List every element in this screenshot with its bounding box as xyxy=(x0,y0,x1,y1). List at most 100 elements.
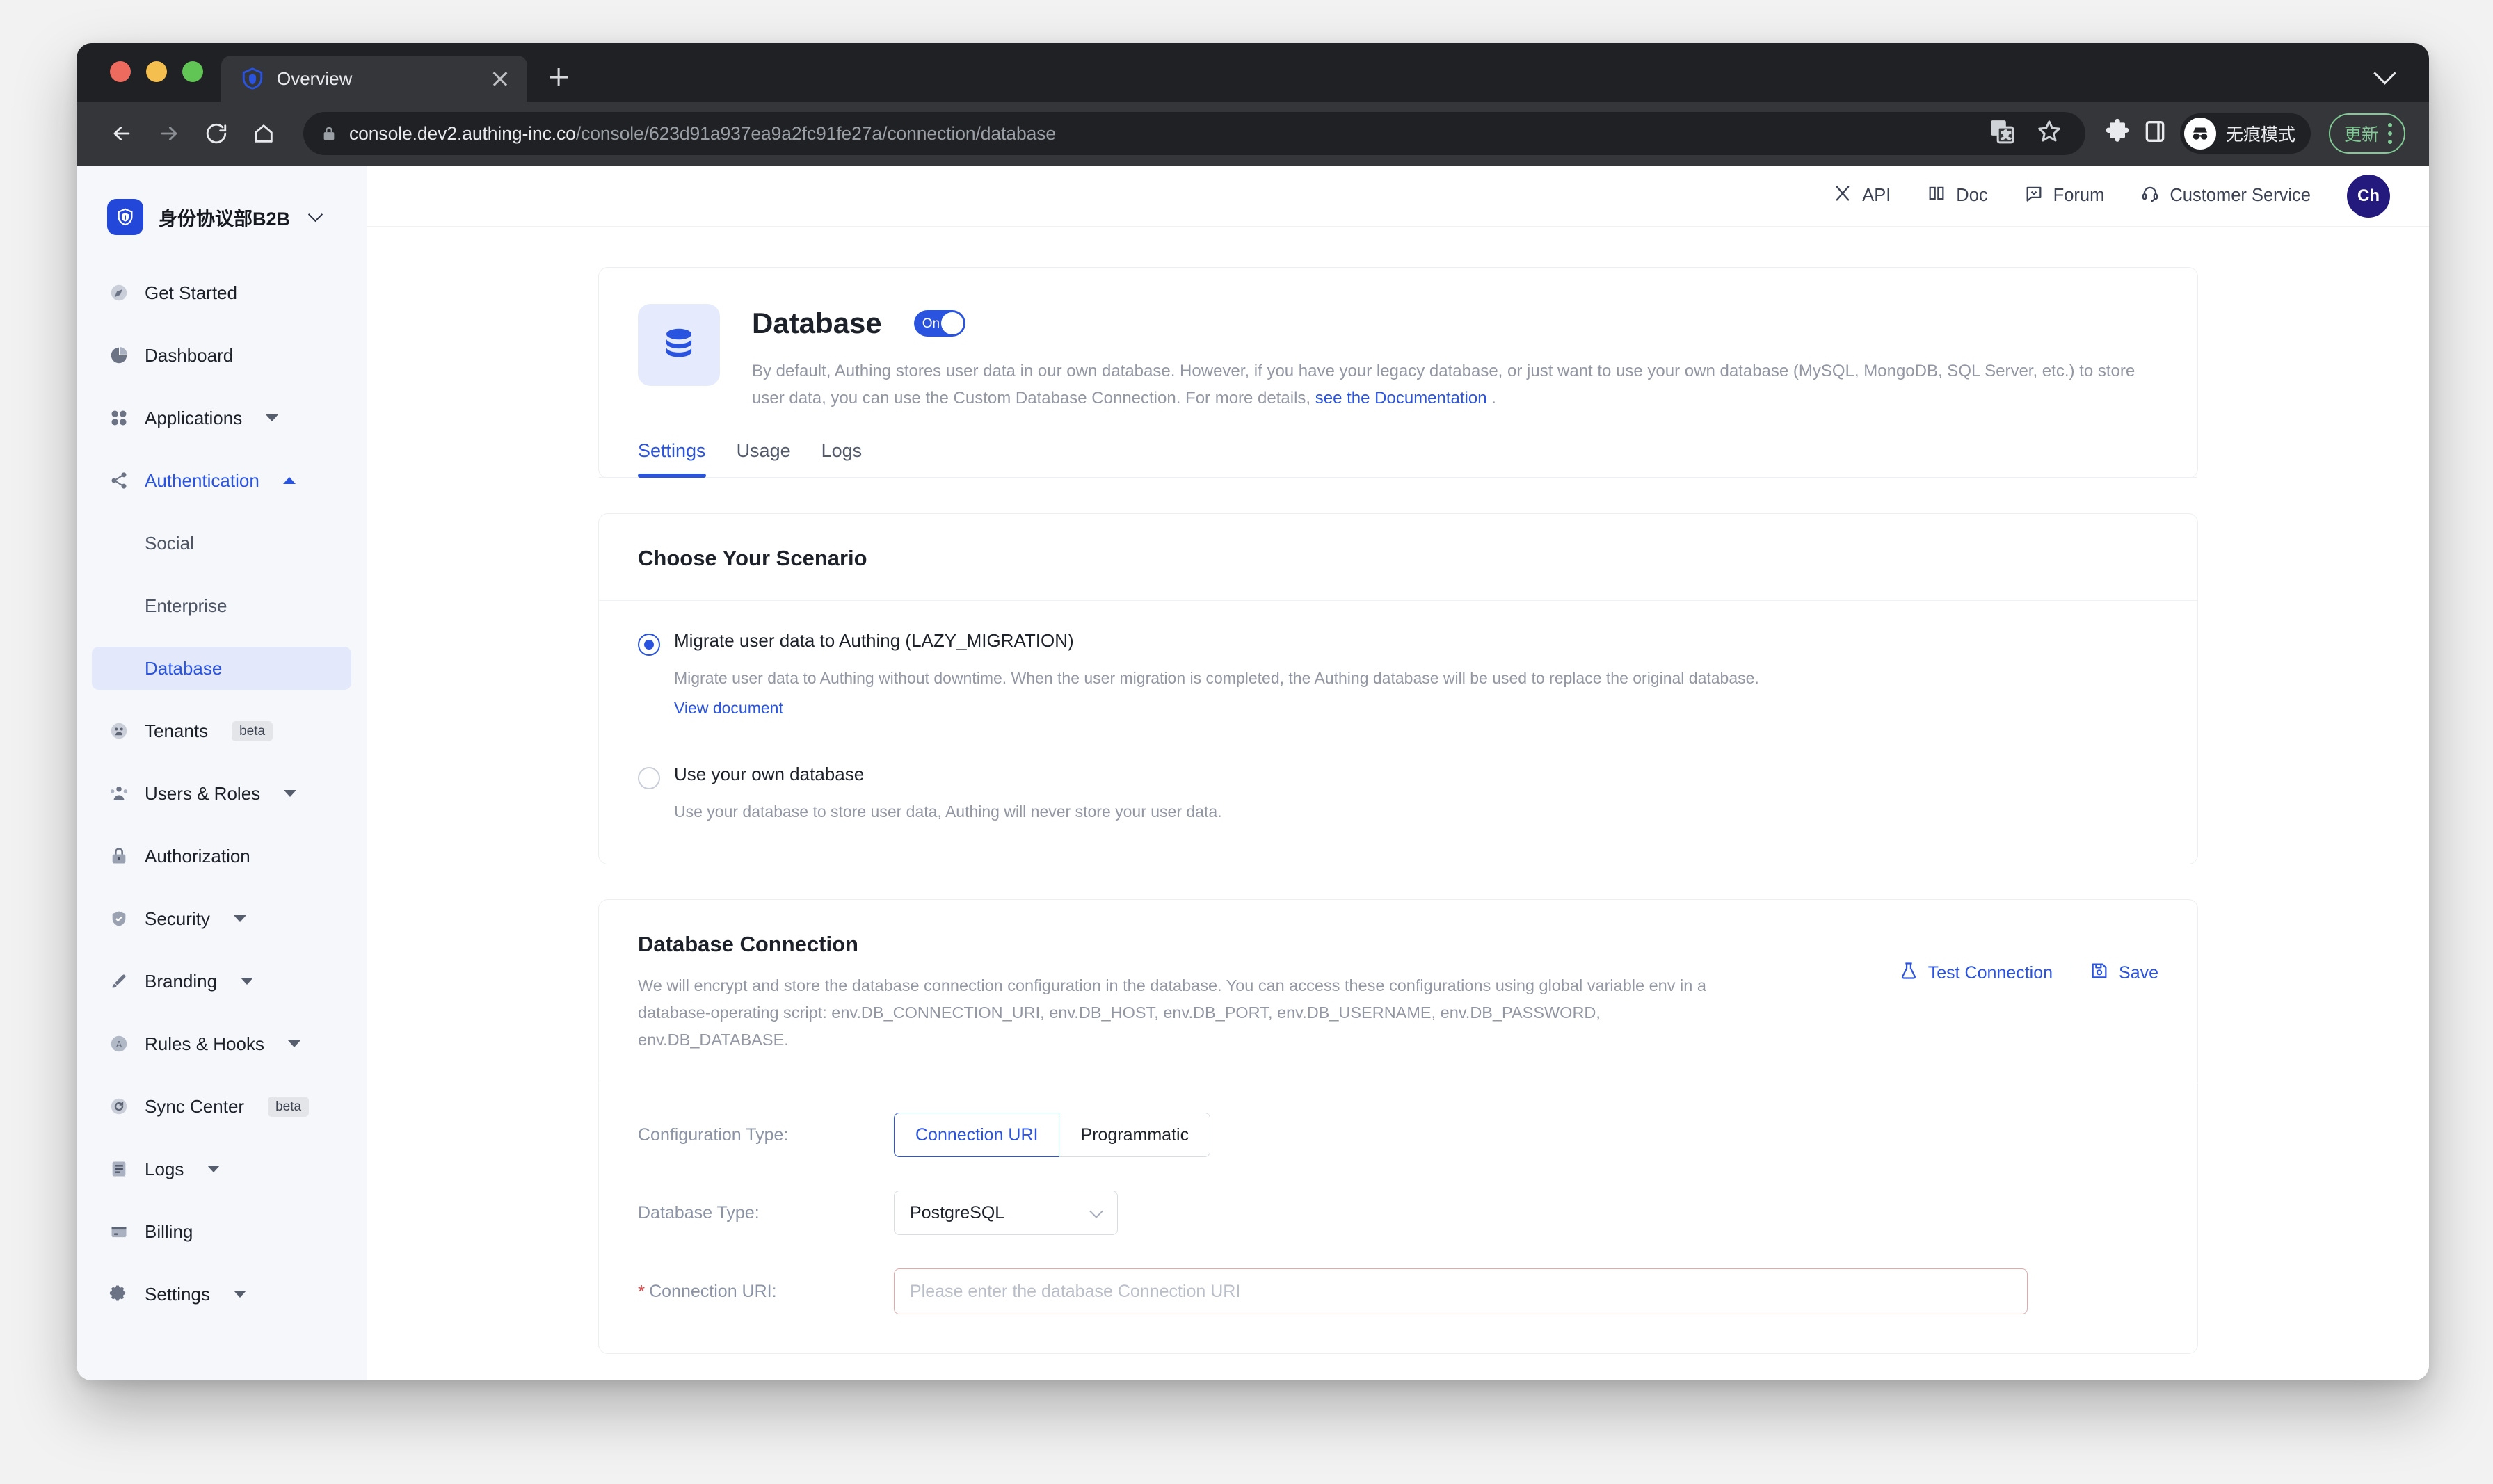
scenario-option-row[interactable]: Use your own database xyxy=(638,764,2158,790)
compass-icon xyxy=(107,281,131,305)
translate-icon[interactable]: G 文 xyxy=(1988,118,2020,150)
view-document-link[interactable]: View document xyxy=(674,695,2158,721)
required-asterisk: * xyxy=(638,1281,646,1302)
radio-lazy-migration[interactable] xyxy=(638,633,660,656)
sidebar-item-billing[interactable]: Billing xyxy=(92,1210,351,1253)
sidebar-item-authentication[interactable]: Authentication xyxy=(92,459,351,502)
sidebar-item-sync-center[interactable]: Sync Center beta xyxy=(92,1085,351,1128)
close-window-button[interactable] xyxy=(110,61,131,82)
sidebar-item-database[interactable]: Database xyxy=(92,647,351,690)
database-enable-toggle[interactable]: On xyxy=(913,310,965,337)
test-connection-button[interactable]: Test Connection xyxy=(1899,961,2053,985)
sidebar-item-settings[interactable]: Settings xyxy=(92,1273,351,1316)
incognito-indicator[interactable]: 无痕模式 xyxy=(2179,113,2311,154)
overview-card-top: Database On By default, Authing stores u… xyxy=(599,268,2197,412)
home-button[interactable] xyxy=(243,113,284,154)
radio-own-database[interactable] xyxy=(638,767,660,790)
tab-usage[interactable]: Usage xyxy=(721,440,806,477)
header-link-label: Forum xyxy=(2053,186,2105,205)
connection-title: Database Connection xyxy=(638,932,858,957)
billing-icon xyxy=(107,1220,131,1243)
segment-connection-uri[interactable]: Connection URI xyxy=(894,1113,1060,1158)
scenario-option-lazy-migration[interactable]: Migrate user data to Authing (LAZY_MIGRA… xyxy=(638,630,2158,721)
chevron-down-icon[interactable] xyxy=(310,211,322,223)
scenario-option-own-database[interactable]: Use your own database Use your database … xyxy=(638,764,2158,825)
side-panel-icon[interactable] xyxy=(2141,118,2173,150)
browser-menu-icon[interactable] xyxy=(2387,123,2393,144)
overview-description-tail: . xyxy=(1486,388,1496,408)
minimize-window-button[interactable] xyxy=(146,61,167,82)
documentation-link[interactable]: see the Documentation xyxy=(1315,389,1487,408)
forward-button[interactable] xyxy=(149,113,189,154)
address-bar[interactable]: console.dev2.authing-inc.co/console/623d… xyxy=(303,112,2085,155)
header-link-api[interactable]: API xyxy=(1833,184,1891,208)
chevron-down-icon[interactable] xyxy=(266,414,279,421)
chevron-down-icon[interactable] xyxy=(284,790,297,797)
overview-card-main: Database On By default, Authing stores u… xyxy=(752,304,2158,412)
close-tab-button[interactable] xyxy=(488,67,512,90)
tab-settings[interactable]: Settings xyxy=(638,440,721,478)
header-link-forum[interactable]: Forum xyxy=(2024,184,2105,208)
app-header: API Doc Forum Customer Service Ch xyxy=(367,166,2429,227)
header-link-doc[interactable]: Doc xyxy=(1927,184,1988,208)
chevron-down-icon[interactable] xyxy=(287,1040,300,1047)
header-link-label: Customer Service xyxy=(2170,186,2311,205)
users-icon xyxy=(107,782,131,805)
chevron-down-icon xyxy=(1091,1207,1102,1218)
sidebar-item-authorization[interactable]: Authorization xyxy=(92,834,351,878)
sidebar-item-dashboard[interactable]: Dashboard xyxy=(92,334,351,377)
bookmark-star-icon[interactable] xyxy=(2035,118,2067,150)
browser-tab[interactable]: Overview xyxy=(221,56,527,102)
toggle-label: On xyxy=(922,316,940,331)
sidebar-item-label: Applications xyxy=(145,407,243,428)
browser-tabstrip: Overview xyxy=(77,43,2429,102)
chevron-down-icon[interactable] xyxy=(241,978,254,985)
sidebar-item-rules-hooks[interactable]: A Rules & Hooks xyxy=(92,1022,351,1065)
scenario-option-description: Migrate user data to Authing without dow… xyxy=(674,666,2158,721)
update-button[interactable]: 更新 xyxy=(2328,113,2405,154)
sidebar-item-get-started[interactable]: Get Started xyxy=(92,271,351,314)
database-type-select[interactable]: PostgreSQL xyxy=(894,1191,1118,1236)
avatar[interactable]: Ch xyxy=(2347,174,2390,218)
sidebar-item-security[interactable]: Security xyxy=(92,897,351,940)
update-label: 更新 xyxy=(2343,125,2379,145)
sidebar-item-applications[interactable]: Applications xyxy=(92,396,351,439)
scenario-option-row[interactable]: Migrate user data to Authing (LAZY_MIGRA… xyxy=(638,630,2158,656)
back-button[interactable] xyxy=(102,113,142,154)
sidebar-item-tenants[interactable]: Tenants beta xyxy=(92,709,351,752)
brush-icon xyxy=(107,969,131,993)
extensions-puzzle-icon[interactable] xyxy=(2102,118,2134,150)
chevron-down-icon[interactable] xyxy=(233,915,246,922)
maximize-window-button[interactable] xyxy=(182,61,203,82)
new-tab-button[interactable] xyxy=(543,61,575,93)
connection-card-head: Database Connection We will encrypt and … xyxy=(599,900,2197,1084)
segment-programmatic[interactable]: Programmatic xyxy=(1059,1113,1211,1158)
save-button[interactable]: Save xyxy=(2090,961,2158,985)
headset-icon xyxy=(2140,184,2160,208)
tab-search-chevron-down-icon[interactable] xyxy=(2372,58,2397,83)
save-label: Save xyxy=(2119,963,2158,983)
org-switcher[interactable]: 身份协议部B2B xyxy=(77,189,367,245)
header-link-customer-service[interactable]: Customer Service xyxy=(2140,184,2311,208)
database-overview-card: Database On By default, Authing stores u… xyxy=(598,267,2198,478)
svg-text:A: A xyxy=(116,1040,122,1049)
scenario-description-text: Migrate user data to Authing without dow… xyxy=(674,668,1759,687)
grid-icon xyxy=(107,406,131,430)
reload-button[interactable] xyxy=(196,113,237,154)
chevron-down-icon[interactable] xyxy=(233,1291,246,1298)
sidebar-item-logs[interactable]: Logs xyxy=(92,1147,351,1191)
sidebar-item-label: Branding xyxy=(145,970,218,992)
chevron-up-icon[interactable] xyxy=(282,477,296,484)
connection-uri-input[interactable]: Please enter the database Connection URI xyxy=(894,1268,2028,1315)
org-name: 身份协议部B2B xyxy=(159,208,291,229)
sidebar-item-users-roles[interactable]: Users & Roles xyxy=(92,772,351,815)
sidebar-item-branding[interactable]: Branding xyxy=(92,960,351,1003)
share-nodes-icon xyxy=(107,469,131,492)
page-title: Database xyxy=(752,307,882,339)
sidebar-item-label: Billing xyxy=(145,1220,193,1242)
sidebar-item-social[interactable]: Social xyxy=(92,522,351,565)
tab-logs[interactable]: Logs xyxy=(806,440,878,477)
omnibox-actions: G 文 xyxy=(1974,118,2067,150)
sidebar-item-enterprise[interactable]: Enterprise xyxy=(92,584,351,627)
chevron-down-icon[interactable] xyxy=(207,1166,221,1172)
